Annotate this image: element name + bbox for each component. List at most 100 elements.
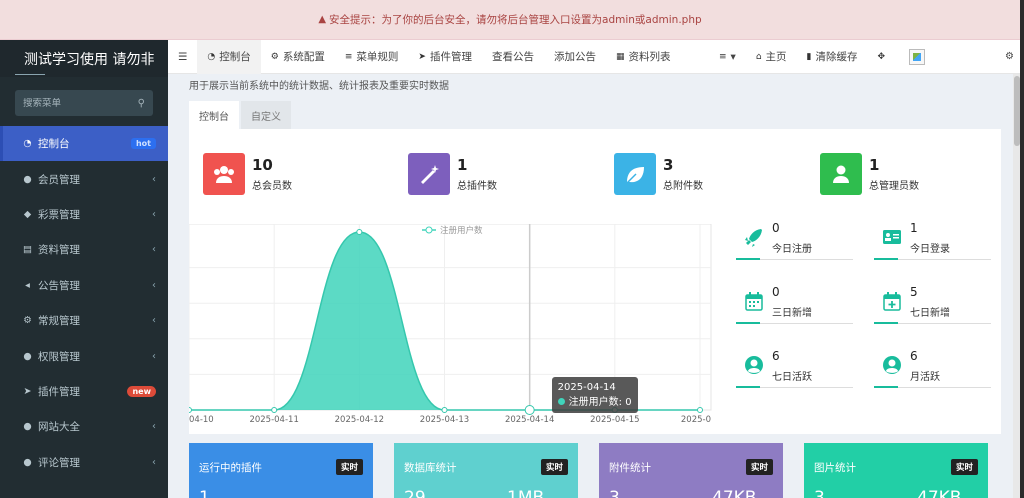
comments-icon: ●	[23, 456, 32, 468]
nav-right-3[interactable]: ✥	[867, 40, 899, 74]
x-tick-label: 2025-04-12	[335, 415, 384, 424]
globe-icon: ●	[23, 421, 32, 433]
user-circle-icon	[744, 355, 764, 375]
mini-stat: 5 七日新增	[874, 281, 991, 337]
stat-tile: 3 总附件数	[614, 153, 703, 195]
stat-card: 数据库统计 实时 29 1MB	[394, 443, 578, 498]
mini-stat-label: 今日登录	[910, 244, 950, 255]
avatar-image-button[interactable]	[899, 40, 935, 74]
tab-dashboard[interactable]: 控制台	[189, 101, 239, 129]
sidebar-item-6[interactable]: ● 权限管理 ‹	[0, 338, 168, 373]
register-chart: 04-10 2025-04-11 2025-04-12 2025-04-13 2025-…	[189, 224, 712, 424]
site-logo[interactable]: 测试学习使用 请勿非	[0, 40, 168, 77]
chevron-left-icon: ‹	[152, 456, 156, 468]
cogs-icon: ⚙	[1005, 51, 1014, 62]
nav-tab-5[interactable]: 添加公告	[544, 40, 606, 74]
sidebar-item-label: 资料管理	[38, 244, 80, 257]
mini-stat: 6 七日活跃	[736, 345, 853, 401]
calendar-icon	[744, 291, 764, 311]
home-icon: ⌂	[755, 51, 762, 62]
stat-value: 3	[663, 156, 674, 174]
mini-stat-value: 6	[910, 349, 918, 363]
card-value-secondary: 47KB	[917, 488, 962, 498]
nav-tab-label: 系统配置	[282, 51, 325, 63]
nav-tab-4[interactable]: 查看公告	[482, 40, 544, 74]
nav-right-label: ▾	[730, 50, 736, 63]
dashboard-panel: 10 总会员数 1 总插件数 3 总附件数 1 总管理员数 04-10 2025-04-11 20…	[189, 129, 1001, 434]
nav-tab-6[interactable]: ▦ 资料列表	[606, 40, 681, 74]
nav-right-1[interactable]: ⌂ 主页	[746, 40, 797, 74]
rocket-icon: ➤	[23, 385, 32, 397]
stat-label: 总管理员数	[869, 181, 919, 192]
nav-tab-label: 控制台	[219, 51, 251, 63]
mini-stat-divider	[874, 258, 991, 260]
search-icon[interactable]: ⚲	[138, 98, 145, 109]
nav-tab-2[interactable]: ≡ 菜单规则	[335, 40, 409, 74]
sidebar-item-7[interactable]: ➤ 插件管理 new	[0, 374, 168, 409]
card-realtime-badge: 实时	[335, 459, 363, 475]
mini-stat-divider	[874, 322, 991, 324]
mini-stat-label: 今日注册	[772, 244, 812, 255]
mini-stat-divider	[736, 322, 853, 324]
chevron-left-icon: ‹	[152, 350, 156, 362]
sidebar-item-5[interactable]: ⚙ 常规管理 ‹	[0, 303, 168, 338]
sidebar-toggle-button[interactable]: ☰	[168, 40, 197, 74]
menu-search-input[interactable]	[23, 97, 138, 109]
nav-tab-0[interactable]: ◔ 控制台	[197, 39, 261, 74]
x-tick-label: 2025-04-15	[590, 415, 639, 424]
chevron-left-icon: ‹	[152, 208, 156, 220]
sidebar-item-2[interactable]: ◆ 彩票管理 ‹	[0, 197, 168, 232]
x-tick-label: 2025-04-14	[505, 415, 554, 424]
sidebar-item-label: 常规管理	[38, 315, 80, 328]
sidebar-menu: ◔ 控制台 hot ● 会员管理 ‹ ◆ 彩票管理 ‹ ▤ 资料管理 ‹ ◂ 公告管理 ‹ ⚙ 常规管理 ‹ ● 权限…	[0, 126, 168, 480]
nav-right-0[interactable]: ≡ ▾	[709, 40, 746, 74]
sidebar-item-9[interactable]: ● 评论管理 ‹	[0, 445, 168, 480]
sidebar-item-label: 控制台	[38, 138, 70, 151]
rocket-icon	[744, 227, 764, 247]
tab-custom[interactable]: 自定义	[241, 101, 291, 129]
tooltip-value: 注册用户数: 0	[568, 397, 632, 408]
mini-stat-value: 1	[910, 221, 918, 235]
mini-stat-label: 七日活跃	[772, 372, 812, 383]
card-value-secondary: 47KB	[712, 488, 757, 498]
sidebar-item-label: 网站大全	[38, 421, 80, 434]
nav-right-2[interactable]: ▮ 清除缓存	[797, 40, 868, 74]
card-title: 图片统计	[814, 462, 856, 474]
warning-icon: ▲	[318, 14, 327, 25]
menu-icon: ☰	[178, 50, 188, 63]
card-value: 3	[609, 488, 620, 498]
x-tick-label: 04-10	[189, 415, 214, 424]
nav-tab-1[interactable]: ⚙ 系统配置	[261, 40, 335, 74]
nav-right-label: 清除缓存	[815, 51, 858, 63]
file-icon: ▤	[23, 244, 32, 256]
stat-tile: 1 总插件数	[408, 153, 497, 195]
stat-label: 总插件数	[457, 181, 497, 192]
fullscreen-icon: ✥	[877, 51, 886, 62]
sidebar-item-3[interactable]: ▤ 资料管理 ‹	[0, 232, 168, 267]
x-tick-label: 2025-0	[681, 415, 711, 424]
sidebar-item-1[interactable]: ● 会员管理 ‹	[0, 161, 168, 196]
sidebar-item-8[interactable]: ● 网站大全 ‹	[0, 409, 168, 444]
card-value: 1	[199, 488, 210, 498]
nav-tab-3[interactable]: ➤ 插件管理	[408, 40, 482, 74]
gear-icon: ⚙	[270, 51, 279, 62]
chevron-left-icon: ‹	[152, 421, 156, 433]
stat-value: 1	[457, 156, 468, 174]
chevron-left-icon: ‹	[152, 315, 156, 327]
stat-tile: 10 总会员数	[203, 153, 292, 195]
sidebar-item-label: 评论管理	[38, 456, 80, 469]
mini-stat-label: 月活跃	[910, 372, 940, 383]
card-value: 3	[814, 488, 825, 498]
mini-stat-value: 0	[772, 221, 780, 235]
chevron-left-icon: ‹	[152, 279, 156, 291]
users-icon	[203, 153, 245, 195]
top-navbar: ☰ ◔ 控制台 ⚙ 系统配置 ≡ 菜单规则 ➤ 插件管理 查看公告 添加公告 ▦ 资料列表 ≡ ▾ ⌂ 主页…	[168, 39, 1024, 74]
mini-stat-value: 5	[910, 285, 918, 299]
nav-tab-label: 查看公告	[491, 51, 534, 63]
sidebar-item-0[interactable]: ◔ 控制台 hot	[0, 126, 168, 162]
sidebar-search: ⚲	[15, 90, 153, 116]
sidebar-item-4[interactable]: ◂ 公告管理 ‹	[0, 268, 168, 303]
data-point	[189, 407, 192, 413]
chart-tooltip: 2025-04-14 注册用户数: 0	[551, 377, 638, 413]
tooltip-marker	[557, 398, 565, 405]
